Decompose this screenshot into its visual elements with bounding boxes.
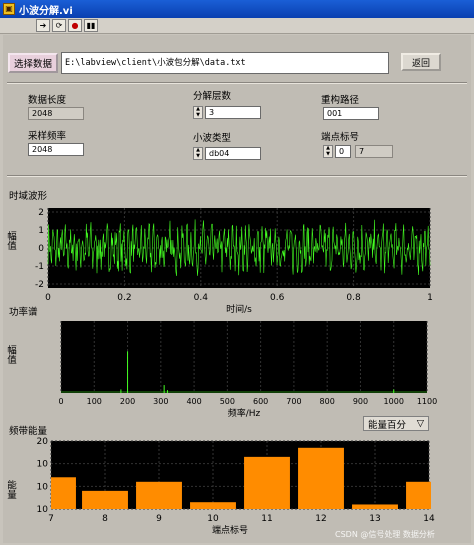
endpoint-spinner[interactable]: ▲ ▼ [323,145,333,158]
spectrum-xtick-label: 200 [120,397,135,406]
waveform-xtick-label: 0.4 [194,293,209,303]
waveform-xtick-label: 1 [427,293,433,303]
energy-bar [352,504,398,509]
window-titlebar: ▣ 小波分解.vi [0,0,474,18]
waveform-graph[interactable]: 210-1-20 0.2 0.4 0.6 0.8 1时间/s [3,200,471,315]
energy-xtick-label: 12 [315,514,326,524]
file-path-input[interactable]: E:\labview\client\小波包分解\data.txt [61,52,389,74]
sample-rate-input[interactable]: 2048 [28,143,84,156]
energy-ytick-label: 10 [37,460,49,470]
spectrum-xtick-label: 500 [220,397,235,406]
energy-xtick-label: 14 [423,514,435,524]
spectrum-xlabel: 频率/Hz [228,407,261,419]
waveform-ytick-label: -2 [35,280,44,290]
labview-app-icon: ▣ [3,3,15,15]
energy-bar [136,481,182,509]
energy-ytick-label: 10 [37,505,49,515]
energy-bar [82,490,128,509]
pause-icon[interactable]: ▮▮ [84,19,98,32]
data-length-indicator: 2048 [28,107,84,120]
energy-mode-label: 能量百分 [368,419,407,431]
spectrum-xtick-label: 900 [353,397,368,406]
decomp-level-input[interactable]: 3 [205,106,261,119]
run-continuous-icon[interactable]: ⟳ [52,19,66,32]
energy-xtick-label: 9 [156,514,162,524]
spectrum-xtick-label: 1000 [384,397,404,406]
energy-xtick-label: 10 [207,514,219,524]
spectrum-xtick-label: 1100 [417,397,437,406]
energy-xtick-label: 7 [48,514,54,524]
energy-xtick-label: 13 [369,514,380,524]
waveform-xtick-label: 0.8 [346,293,361,303]
waveform-ytick-label: 1 [38,226,44,236]
decomp-level-label: 分解层数 [193,91,232,102]
csdn-watermark: CSDN @信号处理 数据分析 [335,530,435,539]
front-panel: 选择数据 E:\labview\client\小波包分解\data.txt 返回… [3,35,471,543]
energy-bar [406,481,431,509]
wavelet-type-spinner[interactable]: ▲ ▼ [193,147,203,160]
spectrum-xtick-label: 600 [253,397,268,406]
sample-rate-label: 采样频率 [28,131,67,142]
waveform-ytick-label: -1 [35,262,44,272]
data-length-label: 数据长度 [28,95,67,106]
spectrum-xtick-label: 300 [153,397,168,406]
vi-toolbar: ➔ ⟳ ● ▮▮ [0,18,474,34]
divider-middle [7,175,467,177]
select-data-button[interactable]: 选择数据 [8,53,58,73]
spectrum-xtick-label: 100 [87,397,102,406]
window-title: 小波分解.vi [19,5,73,17]
wavelet-type-label: 小波类型 [193,133,232,144]
spectrum-xtick-label: 0 [58,397,63,406]
endpoint-value-indicator: 7 [355,145,393,158]
energy-bar [298,447,344,509]
run-arrow-icon[interactable]: ➔ [36,19,50,32]
abort-stop-icon[interactable]: ● [68,19,82,32]
energy-ytick-label: 20 [37,437,49,447]
chevron-down-icon: ▽ [416,418,424,429]
energy-bar [244,456,290,509]
decomp-level-spinner[interactable]: ▲ ▼ [193,106,203,119]
back-button[interactable]: 返回 [401,53,441,71]
waveform-xtick-label: 0 [45,293,51,303]
endpoint-index-input[interactable]: 0 [335,145,351,158]
waveform-xtick-label: 0.2 [117,293,131,303]
energy-xtick-label: 11 [261,514,272,524]
spectrum-plot-area [61,321,427,393]
wavelet-type-select[interactable]: db04 [205,147,261,160]
energy-bar [190,502,236,509]
power-spectrum-graph[interactable]: 0 100 200 300 400 500 600 700 800 900 1000 1100 频率/H… [3,313,471,423]
energy-ytick-label: 10 [37,482,49,492]
waveform-xtick-label: 0.6 [270,293,285,303]
energy-xtick-label: 8 [102,514,108,524]
recon-path-input[interactable]: 001 [323,107,379,120]
recon-path-label: 重构路径 [321,95,360,106]
endpoint-label: 端点标号 [321,132,360,143]
spectrum-xtick-label: 400 [186,397,201,406]
waveform-ytick-label: 0 [38,244,44,254]
spectrum-xtick-label: 800 [320,397,335,406]
energy-bar-chart[interactable]: 201010107 8 9 10 11 12 13 14端点标号 [3,433,471,543]
waveform-ytick-label: 2 [38,208,44,218]
energy-mode-dropdown[interactable]: 能量百分 ▽ [363,416,429,431]
divider-top [7,82,467,84]
energy-bar [51,477,76,509]
energy-xlabel: 端点标号 [212,524,248,536]
spectrum-xtick-label: 700 [286,397,301,406]
